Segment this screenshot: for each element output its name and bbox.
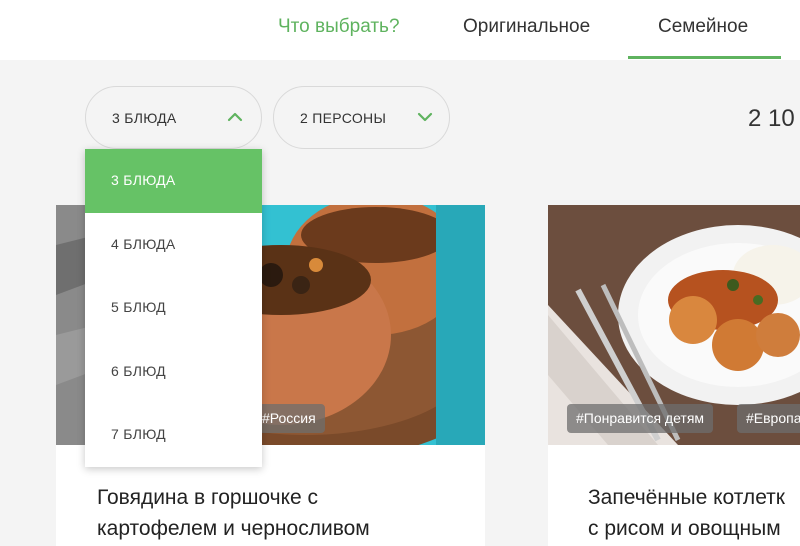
dropdown-option[interactable]: 3 БЛЮДА (85, 149, 262, 213)
recipe-title: Говядина в горшочке с картофелем и черно… (97, 482, 370, 544)
dropdown-option[interactable]: 4 БЛЮДА (85, 213, 262, 277)
recipe-title-line: Говядина в горшочке с (97, 486, 319, 509)
price-total: 2 10 (748, 105, 795, 132)
recipe-tag[interactable]: #Понравится детям (567, 404, 714, 433)
recipe-title-line: с рисом и овощным (588, 517, 781, 540)
dropdown-option[interactable]: 5 БЛЮД (85, 276, 262, 340)
recipe-title-line: картофелем и черносливом (97, 517, 370, 540)
dishes-dropdown-menu: 3 БЛЮДА 4 БЛЮДА 5 БЛЮД 6 БЛЮД 7 БЛЮД (85, 149, 262, 467)
dishes-count-select[interactable]: 3 БЛЮДА (85, 86, 262, 149)
dropdown-option[interactable]: 6 БЛЮД (85, 340, 262, 404)
recipe-title: Запечённые котлетк с рисом и овощным (588, 482, 785, 544)
top-navigation: Что выбрать? Оригинальное Семейное (0, 0, 800, 60)
persons-count-select[interactable]: 2 ПЕРСОНЫ (273, 86, 450, 149)
recipe-tag[interactable]: #Россия (253, 404, 325, 433)
chevron-down-icon (417, 112, 433, 122)
active-tab-indicator (628, 56, 781, 59)
nav-tab-family[interactable]: Семейное (658, 16, 748, 38)
nav-tab-original[interactable]: Оригинальное (463, 16, 590, 38)
dropdown-option[interactable]: 7 БЛЮД (85, 403, 262, 467)
recipe-title-line: Запечённые котлетк (588, 486, 785, 509)
nav-what-to-choose[interactable]: Что выбрать? (278, 16, 400, 38)
dishes-select-value: 3 БЛЮДА (112, 110, 177, 126)
chevron-up-icon (227, 112, 243, 122)
recipe-tag[interactable]: #Европа (737, 404, 800, 433)
persons-select-value: 2 ПЕРСОНЫ (300, 110, 387, 126)
recipe-card[interactable]: #Понравится детям #Европа Запечённые кот… (548, 205, 800, 546)
